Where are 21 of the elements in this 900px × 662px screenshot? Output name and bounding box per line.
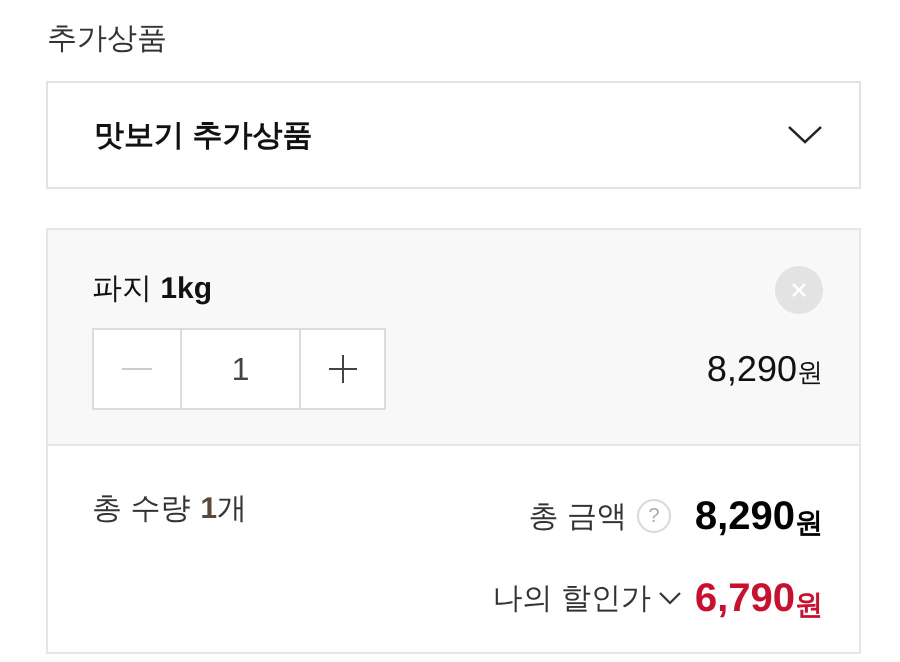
close-icon [791, 282, 807, 298]
currency-unit: 원 [795, 588, 823, 622]
quantity-label: 총 수량 [92, 491, 190, 527]
plus-icon [328, 355, 356, 383]
discount-toggle[interactable]: 나의 할인가 [492, 576, 681, 620]
section-title: 추가상품 [47, 21, 167, 57]
total-label: 총 금액 [528, 498, 627, 534]
chevron-down-icon [787, 125, 823, 145]
discount-price: 6,790 [694, 575, 795, 622]
quantity-unit: 개 [217, 491, 248, 527]
minus-icon [122, 368, 152, 370]
currency-unit: 원 [795, 506, 823, 540]
item-name: 파지 1kg [92, 271, 212, 307]
chevron-down-icon [658, 592, 681, 604]
item-price: 8,290 [706, 347, 797, 391]
quantity-field[interactable]: 1 [180, 330, 301, 408]
total-quantity: 1 [200, 491, 218, 527]
currency-unit: 원 [797, 356, 823, 389]
total-amount: 8,290 [694, 493, 795, 540]
remove-button[interactable] [775, 266, 823, 314]
product-dropdown[interactable]: 맛보기 추가상품 [46, 81, 861, 189]
